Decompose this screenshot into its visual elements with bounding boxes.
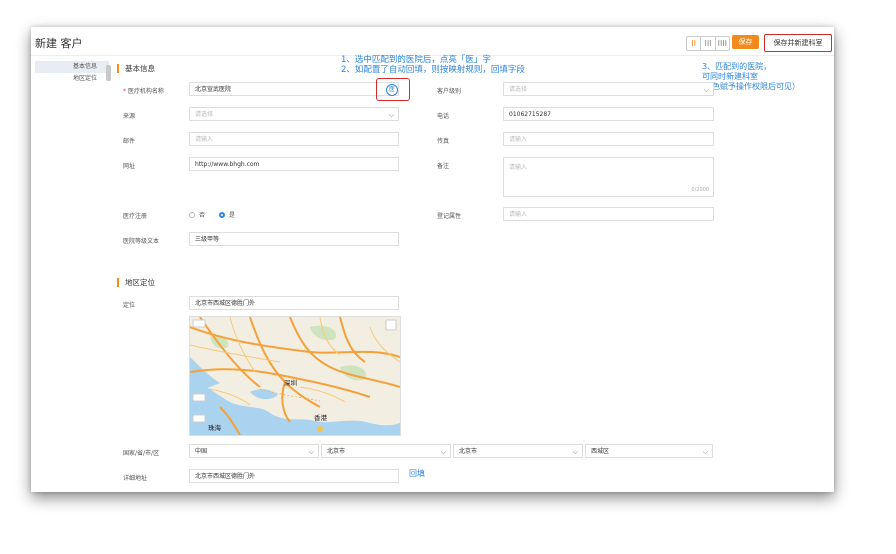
section-title-basic: 基本信息 — [117, 64, 155, 73]
chevron-down-icon: ⌵ — [572, 448, 578, 456]
map-graphic — [190, 317, 400, 435]
org-name-label-text: 医疗机构名称 — [127, 88, 164, 95]
annotation-line: 2、如配置了自动回填，则按映射规则，回填字段 — [341, 65, 525, 75]
position-label: 定位 — [123, 302, 136, 309]
source-select-value: 请选择 — [195, 111, 214, 118]
source-label: 来源 — [123, 113, 136, 120]
email-label: 邮件 — [123, 138, 136, 145]
section-title-location: 地区定位 — [117, 278, 155, 287]
backfill-link[interactable]: 回填 — [409, 468, 425, 479]
layout-two-column-option[interactable]: II — [687, 37, 702, 50]
annotation-note-3: 3、匹配到的医院， 可同时新建科室 （角色赋予操作权限后可见） — [696, 62, 800, 92]
map-city-label: 深圳 — [284, 379, 297, 387]
country-select[interactable]: 中国 ⌵ — [189, 444, 319, 458]
customer-level-select-value: 请选择 — [509, 86, 528, 93]
radio-yes[interactable]: 是 — [219, 210, 235, 219]
remarks-placeholder: 请输入 — [509, 164, 528, 171]
nav-scrollbar[interactable] — [106, 65, 111, 81]
map-city-label: 香港 — [314, 414, 327, 422]
radio-no[interactable]: 否 — [189, 210, 205, 219]
chevron-down-icon: ⌵ — [388, 111, 394, 119]
section-nav: 基本信息 地区定位 — [35, 61, 109, 85]
register-attr-label: 登记属性 — [437, 213, 462, 220]
hospital-level-text-input[interactable]: 三级甲等 — [189, 232, 399, 246]
detail-address-label: 详细地址 — [123, 475, 148, 482]
district-select[interactable]: 西城区 ⌵ — [585, 444, 713, 458]
header-bar: 新建 客户 II III IIII 保存 保存并新建科室 — [31, 27, 834, 56]
region-label: 国家/省/市/区 — [123, 450, 160, 457]
org-name-input[interactable]: 北京宣武医院 — [189, 82, 399, 96]
province-select[interactable]: 北京市 ⌵ — [321, 444, 451, 458]
chevron-down-icon: ⌵ — [440, 448, 446, 456]
position-input[interactable]: 北京市西城区德胜门外 — [189, 296, 399, 310]
customer-level-label: 客户级别 — [437, 88, 462, 95]
url-input[interactable]: http://www.bhgh.com — [189, 157, 399, 171]
city-select[interactable]: 北京市 ⌵ — [453, 444, 583, 458]
register-attr-input[interactable]: 请输入 — [503, 207, 714, 221]
org-name-label: * 医疗机构名称 — [123, 86, 164, 95]
chevron-down-icon: ⌵ — [703, 86, 709, 94]
nav-item-basic-info[interactable]: 基本信息 — [35, 61, 109, 73]
fax-label: 传真 — [437, 138, 450, 145]
radio-circle — [189, 211, 195, 218]
map-city-label: 珠海 — [208, 424, 221, 432]
column-layout-toggle[interactable]: II III IIII — [686, 36, 730, 51]
page-title: 新建 客户 — [35, 37, 83, 50]
medical-reg-label: 医疗注册 — [123, 213, 148, 220]
save-and-new-department-button[interactable]: 保存并新建科室 — [764, 34, 832, 52]
phone-label: 电话 — [437, 113, 450, 120]
source-select[interactable]: 请选择 ⌵ — [189, 107, 399, 121]
remarks-textarea[interactable]: 请输入 0/2000 — [503, 157, 714, 197]
annotation-line: 3、匹配到的医院， — [702, 62, 772, 71]
hospital-match-icon[interactable]: 医 — [386, 84, 398, 96]
country-select-value: 中国 — [195, 448, 208, 455]
app-window: 新建 客户 II III IIII 保存 保存并新建科室 基本信息 地区定位 基… — [31, 27, 834, 492]
required-mark: * — [123, 88, 126, 95]
radio-circle-selected — [219, 211, 225, 218]
phone-input[interactable]: 01062715287 — [503, 107, 714, 121]
district-select-value: 西城区 — [591, 448, 610, 455]
nav-item-location[interactable]: 地区定位 — [35, 73, 109, 85]
customer-level-select[interactable]: 请选择 ⌵ — [503, 82, 714, 96]
radio-yes-label: 是 — [229, 212, 236, 219]
layout-four-column-option[interactable]: IIII — [716, 37, 729, 50]
radio-no-label: 否 — [199, 212, 206, 219]
email-input[interactable]: 请输入 — [189, 132, 399, 146]
city-select-value: 北京市 — [459, 448, 478, 455]
fax-input[interactable]: 请输入 — [503, 132, 714, 146]
save-button[interactable]: 保存 — [732, 35, 759, 49]
url-label: 网址 — [123, 163, 136, 170]
location-map[interactable]: 深圳 珠海 香港 — [189, 316, 401, 436]
remarks-label: 备注 — [437, 163, 450, 170]
hospital-level-text-label: 医院等级文本 — [123, 238, 160, 245]
detail-address-input[interactable]: 北京市西城区德胜门外 — [189, 469, 399, 483]
annotation-note-1: 1、选中匹配到的医院后，点亮「医」字 2、如配置了自动回填，则按映射规则，回填字… — [341, 55, 525, 75]
annotation-line: 可同时新建科室 — [702, 72, 758, 81]
annotation-line: 1、选中匹配到的医院后，点亮「医」字 — [341, 55, 491, 65]
remarks-char-counter: 0/2000 — [691, 187, 709, 193]
chevron-down-icon: ⌵ — [702, 448, 708, 456]
province-select-value: 北京市 — [327, 448, 346, 455]
chevron-down-icon: ⌵ — [308, 448, 314, 456]
layout-three-column-option[interactable]: III — [701, 37, 716, 50]
